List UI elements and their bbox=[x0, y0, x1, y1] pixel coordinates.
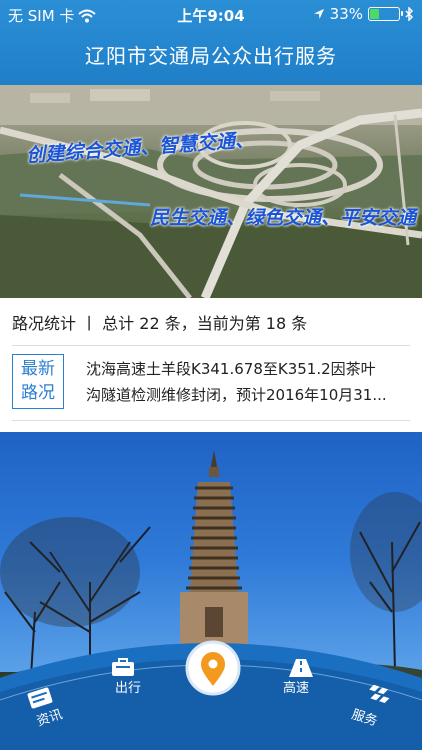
interchange-aerial-photo bbox=[0, 85, 422, 298]
news-line2: 沟隧道检测维修封闭，预计2016年10月31... bbox=[86, 386, 387, 404]
location-arrow-icon bbox=[313, 9, 324, 19]
bluetooth-icon bbox=[405, 7, 414, 21]
banner-slogan-line2: 民生交通、绿色交通、平安交通 bbox=[150, 207, 417, 229]
battery-percent: 33% bbox=[329, 5, 363, 23]
banner-carousel[interactable]: 创建综合交通、智慧交通、 民生交通、绿色交通、平安交通 bbox=[0, 85, 422, 298]
battery-fill bbox=[370, 9, 380, 19]
badge-line2: 路况 bbox=[21, 383, 55, 403]
nav-label-travel[interactable]: 出行 bbox=[115, 677, 141, 696]
traffic-stats: 路况统计 丨 总计 22 条，当前为第 18 条 bbox=[12, 314, 308, 333]
news-line1: 沈海高速土羊段K341.678至K351.2因茶叶 bbox=[86, 360, 376, 378]
travel-bag-icon[interactable] bbox=[110, 658, 136, 678]
nav-label-highway[interactable]: 高速 bbox=[283, 677, 309, 696]
status-bar: 无 SIM 卡 上午9:04 33% bbox=[0, 0, 422, 28]
app-header: 无 SIM 卡 上午9:04 33% 辽阳市交通局公众出行服务 bbox=[0, 0, 422, 85]
highway-icon[interactable] bbox=[288, 658, 314, 678]
bottom-arc-nav bbox=[0, 640, 422, 750]
latest-traffic-news[interactable]: 最新 路况 沈海高速土羊段K341.678至K351.2因茶叶 沟隧道检测维修封… bbox=[12, 345, 410, 421]
badge-line1: 最新 bbox=[21, 359, 55, 379]
news-text: 沈海高速土羊段K341.678至K351.2因茶叶 沟隧道检测维修封闭，预计20… bbox=[86, 356, 408, 408]
location-pin-icon[interactable] bbox=[198, 651, 228, 687]
page-title: 辽阳市交通局公众出行服务 bbox=[85, 44, 337, 68]
battery-icon bbox=[368, 7, 403, 21]
latest-traffic-badge: 最新 路况 bbox=[12, 354, 64, 409]
